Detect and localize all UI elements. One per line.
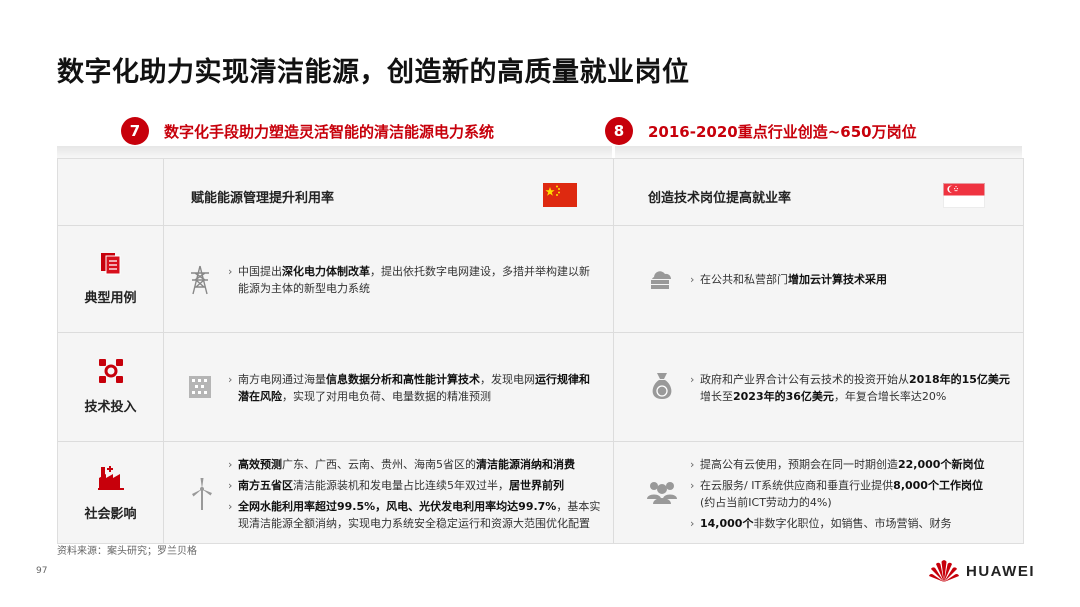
source-footnote: 资料来源：案头研究；罗兰贝格 (57, 546, 197, 557)
cell-china-social-impact: 高效预测广东、广西、云南、贵州、海南5省区的清洁能源消纳和消费 南方五省区清洁能… (228, 456, 608, 532)
huawei-flower-icon (929, 560, 959, 582)
row-label-tech-input: 技术投入 (84, 400, 137, 415)
row-divider (58, 441, 1023, 442)
cell-singapore-use-case: 在公共和私营部门增加云计算技术采用 (690, 271, 1010, 288)
section-bar-right (615, 146, 1022, 158)
singapore-flag-icon (943, 183, 985, 212)
cell-singapore-tech-input: 政府和产业界合计公有云技术的投资开始从2018年的15亿美元增长至2023年的3… (690, 371, 1020, 405)
huawei-logo: HUAWEI (928, 559, 1035, 583)
money-bag-icon (649, 371, 675, 405)
wind-turbine-icon (190, 477, 214, 515)
section-header-7: 7 数字化手段助力塑造灵活智能的清洁能源电力系统 (121, 116, 494, 146)
cell-china-tech-input: 南方电网通过海量信息数据分析和高性能计算技术，发现电网运行规律和潜在风险，实现了… (228, 371, 600, 405)
column-divider (613, 159, 614, 543)
row-label-use-case: 典型用例 (84, 291, 137, 306)
page-title: 数字化助力实现清洁能源，创造新的高质量就业岗位 (57, 57, 690, 88)
row-divider (58, 225, 1023, 226)
logo-text: HUAWEI (966, 562, 1035, 580)
section-bar-left (57, 146, 612, 158)
column-heading-singapore: 创造技术岗位提高就业率 (648, 191, 792, 206)
cell-china-use-case: 中国提出深化电力体制改革，提出依托数字电网建设，多措并举构建以新能源为主体的新型… (228, 263, 598, 297)
comparison-table: 赋能能源管理提升利用率 创造技术岗位提高就业率 典型用例 技术投入 社会影响 ›… (57, 158, 1024, 544)
section-number-badge: 8 (605, 117, 633, 145)
gear-network-icon (58, 358, 163, 384)
china-flag-icon (543, 183, 577, 211)
column-divider (163, 159, 164, 543)
data-chip-icon (188, 375, 212, 403)
power-tower-icon (189, 265, 211, 299)
section-header-8: 8 2016-2020重点行业创造~650万岗位 (605, 116, 917, 146)
document-stack-icon (58, 251, 163, 275)
row-label-social-impact: 社会影响 (84, 507, 137, 522)
page-number: 97 (36, 566, 48, 576)
factory-icon (58, 465, 163, 491)
section-header-text: 2016-2020重点行业创造~650万岗位 (648, 122, 917, 141)
row-divider (58, 332, 1023, 333)
people-group-icon (646, 479, 678, 509)
section-number-badge: 7 (121, 117, 149, 145)
cloud-server-icon (648, 265, 674, 295)
cell-singapore-social-impact: 提高公有云使用，预期会在同一时期创造22,000个新岗位 在云服务/ IT系统供… (690, 456, 1010, 532)
column-heading-china: 赋能能源管理提升利用率 (191, 191, 335, 206)
section-header-text: 数字化手段助力塑造灵活智能的清洁能源电力系统 (164, 122, 495, 141)
